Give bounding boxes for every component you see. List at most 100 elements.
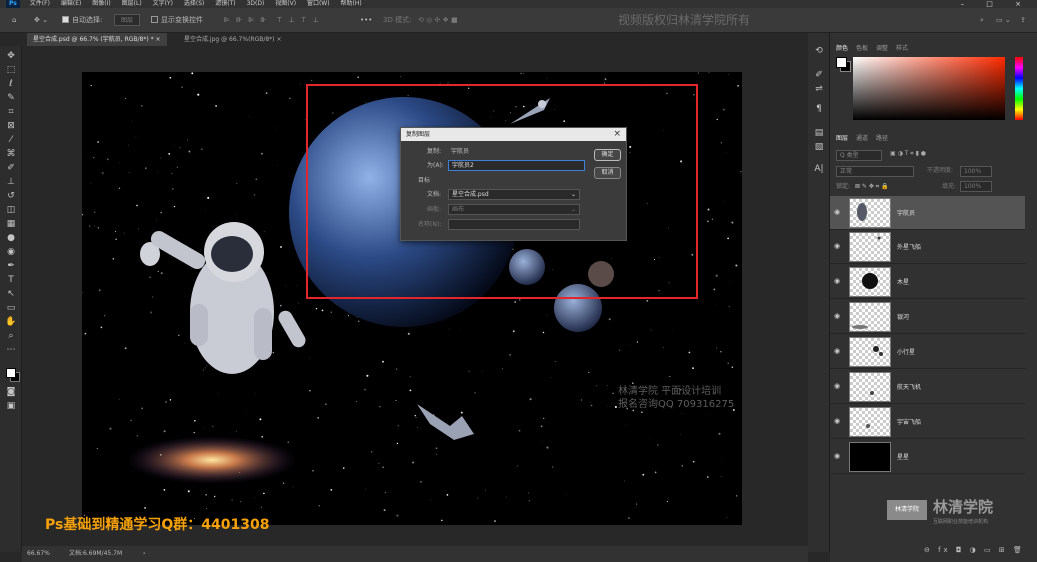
tab-document-psd[interactable]: 星空合成.psd @ 66.7% (宇航员, RGB/8*) * ×: [27, 33, 167, 46]
status-arrow-icon[interactable]: ›: [143, 546, 145, 562]
eye-icon[interactable]: ◉: [834, 242, 840, 250]
lasso-tool-icon[interactable]: ℓ: [5, 78, 17, 90]
opacity-input[interactable]: 100%: [960, 166, 992, 177]
move-tool-icon[interactable]: ✥: [5, 50, 17, 62]
document-select[interactable]: 星空合成.psd ⌄: [448, 189, 580, 200]
color-picker-field[interactable]: [853, 57, 1005, 120]
layer-filter-icons[interactable]: ▣ ◑ T ⌗ ▮ ●: [890, 150, 926, 158]
tab-channels[interactable]: 通道: [856, 135, 868, 142]
layer-row[interactable]: ◉ 银河: [830, 300, 1025, 334]
window-controls[interactable]: – □ ×: [961, 0, 1031, 8]
path-select-icon[interactable]: ↖: [5, 288, 17, 300]
cancel-button[interactable]: 取消: [594, 167, 621, 179]
layer-row[interactable]: ◉ 宇宙飞船: [830, 405, 1025, 439]
more-tools-icon[interactable]: ⋯: [5, 344, 17, 356]
tab-layers[interactable]: 图层: [836, 135, 848, 142]
lock-icons[interactable]: ⊠ ✎ ✥ ⌗ 🔒: [855, 182, 889, 192]
pen-tool-icon[interactable]: ✒: [5, 260, 17, 272]
ok-button[interactable]: 确定: [594, 149, 621, 161]
menu-file[interactable]: 文件(F): [30, 0, 50, 8]
menu-help[interactable]: 帮助(H): [341, 0, 362, 8]
workspace-icon[interactable]: ▭ ⌄: [996, 8, 1011, 33]
share-icon[interactable]: ⇪: [1020, 8, 1026, 33]
healing-brush-icon[interactable]: ⌘: [5, 148, 17, 160]
libraries-icon[interactable]: ▤: [813, 127, 825, 139]
hand-tool-icon[interactable]: ✋: [5, 316, 17, 328]
menu-layer[interactable]: 图层(L): [122, 0, 142, 8]
eye-icon[interactable]: ◉: [834, 312, 840, 320]
adjust-panel-icon[interactable]: ⇌: [813, 83, 825, 95]
clone-stamp-icon[interactable]: ⊥: [5, 176, 17, 188]
search-icon[interactable]: ⌕: [980, 8, 984, 33]
paragraph-icon[interactable]: ¶: [813, 103, 825, 115]
tab-paths[interactable]: 路径: [876, 135, 888, 142]
eraser-tool-icon[interactable]: ◫: [5, 204, 17, 216]
eyedropper-tool-icon[interactable]: ⁄: [5, 134, 17, 146]
gradient-tool-icon[interactable]: ▦: [5, 218, 17, 230]
as-name-input[interactable]: 宇航员2: [448, 160, 585, 171]
menu-filter[interactable]: 滤镜(T): [215, 0, 235, 8]
tab-styles[interactable]: 样式: [896, 45, 908, 52]
auto-select-dropdown[interactable]: 图层: [114, 8, 141, 33]
history-brush-icon[interactable]: ↺: [5, 190, 17, 202]
quick-select-tool-icon[interactable]: ✎: [5, 92, 17, 104]
artboard-select[interactable]: 画布 ⌄: [448, 204, 580, 215]
color-fg-swatch[interactable]: [836, 57, 847, 68]
layer-footer-icons[interactable]: ⊖ fx ◘ ◑ ▭ ⊞ 🗑: [924, 546, 1025, 554]
frame-tool-icon[interactable]: ⊠: [5, 120, 17, 132]
home-icon[interactable]: ⌂: [12, 8, 16, 33]
tab-swatches[interactable]: 色板: [856, 45, 868, 52]
tab-color[interactable]: 颜色: [836, 45, 848, 52]
menu-edit[interactable]: 编辑(E): [61, 0, 81, 8]
eye-icon[interactable]: ◉: [834, 347, 840, 355]
fill-input[interactable]: 100%: [960, 181, 992, 192]
menu-type[interactable]: 文字(Y): [153, 0, 173, 8]
menu-window[interactable]: 窗口(W): [307, 0, 330, 8]
crop-tool-icon[interactable]: ⌗: [5, 106, 17, 118]
blend-mode-select[interactable]: 正常: [836, 166, 914, 177]
eye-icon[interactable]: ◉: [834, 382, 840, 390]
eye-icon[interactable]: ◉: [834, 208, 840, 216]
close-icon[interactable]: ×: [276, 36, 281, 43]
history-panel-icon[interactable]: ⟲: [813, 45, 825, 57]
foreground-color-swatch[interactable]: [6, 368, 16, 378]
menu-select[interactable]: 选择(S): [184, 0, 205, 8]
menu-image[interactable]: 图像(I): [92, 0, 110, 8]
layer-kind-filter[interactable]: Q 类型: [836, 150, 882, 161]
properties-icon[interactable]: ▧: [813, 141, 825, 153]
dodge-tool-icon[interactable]: ◉: [5, 246, 17, 258]
quick-mask-icon[interactable]: ◙: [5, 386, 17, 398]
zoom-level[interactable]: 66.67%: [27, 546, 50, 562]
marquee-tool-icon[interactable]: ⬚: [5, 64, 17, 76]
3d-mode-icons[interactable]: ⟲ ◎ ✣ ❖ ■: [418, 8, 458, 33]
brush-settings-icon[interactable]: ✐: [813, 69, 825, 81]
layer-row[interactable]: ◉ 外星飞船: [830, 230, 1025, 264]
hue-slider[interactable]: [1015, 57, 1023, 120]
layer-row[interactable]: ◉ 木星: [830, 265, 1025, 299]
close-icon[interactable]: ×: [156, 36, 161, 43]
more-options-icon[interactable]: •••: [360, 8, 372, 33]
tab-document-jpg[interactable]: 星空合成.jpg @ 66.7%(RGB/8*) ×: [178, 33, 287, 46]
layer-row[interactable]: ◉ 星星: [830, 440, 1025, 474]
move-tool-icon[interactable]: ✥ ⌄: [34, 8, 48, 33]
eye-icon[interactable]: ◉: [834, 277, 840, 285]
eye-icon[interactable]: ◉: [834, 452, 840, 460]
zoom-tool-icon[interactable]: ⌕: [5, 330, 17, 342]
rectangle-tool-icon[interactable]: ▭: [5, 302, 17, 314]
screen-mode-icon[interactable]: ▣: [5, 400, 17, 412]
layer-row[interactable]: ◉ 小行星: [830, 335, 1025, 369]
eye-icon[interactable]: ◉: [834, 417, 840, 425]
blur-tool-icon[interactable]: ●: [5, 232, 17, 244]
align-icons[interactable]: ⊫ ⊪ ⊫ ⊪ ⊤ ⊥ ⊤ ⊥: [224, 8, 325, 33]
type-tool-icon[interactable]: T: [5, 274, 17, 286]
menu-view[interactable]: 视图(V): [275, 0, 296, 8]
layer-row[interactable]: ◉ 航天飞机: [830, 370, 1025, 404]
brush-tool-icon[interactable]: ✐: [5, 162, 17, 174]
name-input[interactable]: [448, 219, 580, 230]
close-icon[interactable]: ×: [613, 128, 621, 141]
character-icon[interactable]: A|: [813, 163, 825, 175]
menu-3d[interactable]: 3D(D): [247, 0, 265, 8]
auto-select-checkbox[interactable]: 自动选择:: [62, 8, 102, 33]
show-transform-checkbox[interactable]: 显示变换控件: [151, 8, 203, 33]
tab-adjustments[interactable]: 调整: [876, 45, 888, 52]
